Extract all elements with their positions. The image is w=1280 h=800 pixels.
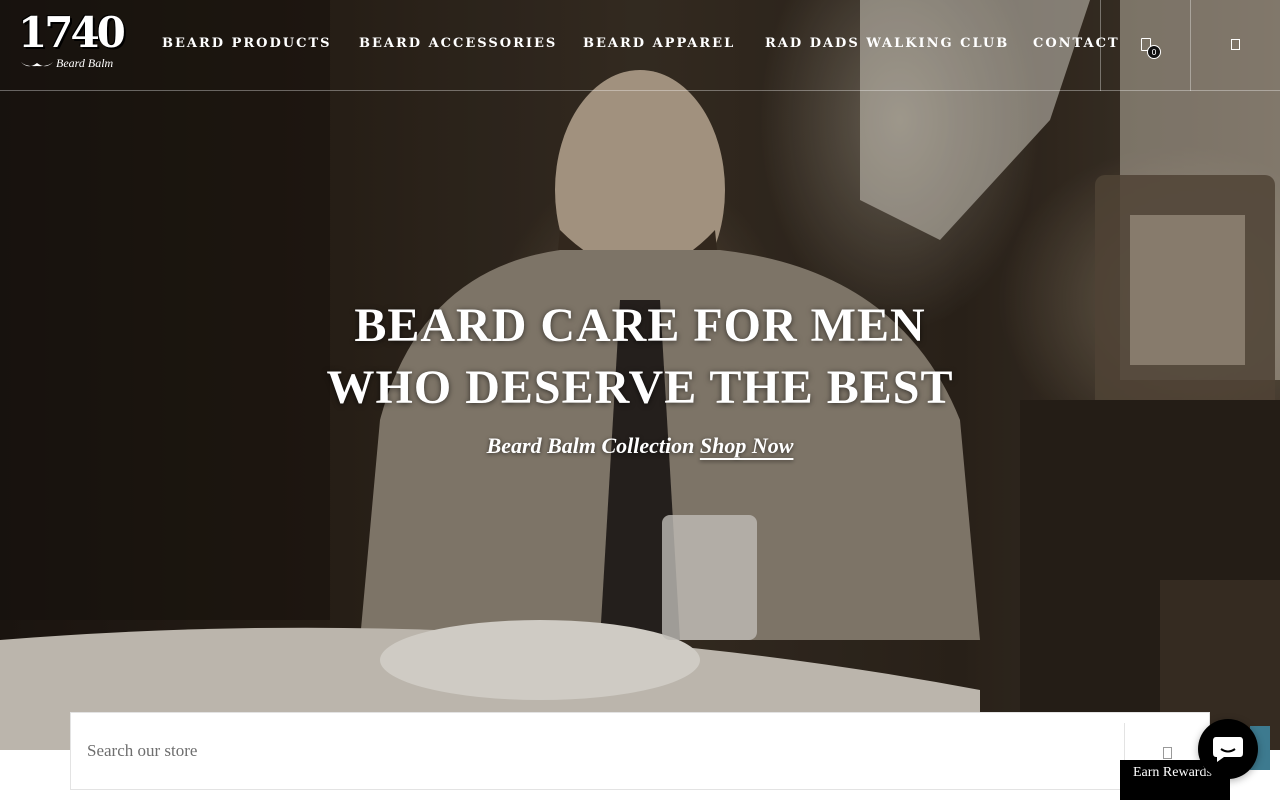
logo-subtitle: Beard Balm	[56, 56, 114, 70]
shop-now-link[interactable]: Shop Now	[700, 433, 794, 458]
hero-subtitle: Beard Balm Collection Shop Now	[0, 433, 1280, 459]
cart-count-badge: 0	[1147, 45, 1161, 59]
account-icon	[1231, 39, 1240, 50]
hero-title-line1: BEARD CARE FOR MEN	[354, 299, 926, 352]
logo-number: 1740	[18, 8, 126, 57]
chat-icon	[1213, 737, 1243, 762]
search-icon	[1163, 747, 1172, 759]
cart-button[interactable]: 0	[1101, 0, 1191, 91]
mustache-icon	[21, 62, 53, 67]
nav-beard-apparel[interactable]: BEARD APPAREL	[583, 36, 735, 51]
hero-content: BEARD CARE FOR MEN WHO DESERVE THE BEST …	[0, 295, 1280, 459]
hero-title-line2: WHO DESERVE THE BEST	[326, 361, 954, 414]
chat-button[interactable]	[1198, 719, 1258, 779]
nav-rad-dads-walking-club[interactable]: RAD DADS WALKING CLUB	[765, 36, 1009, 51]
search-bar	[70, 712, 1210, 791]
nav-beard-accessories[interactable]: BEARD ACCESSORIES	[359, 36, 557, 51]
logo[interactable]: 1740 Beard Balm	[18, 8, 126, 74]
site-header: 1740 Beard Balm BEARD PRODUCTS BEARD ACC…	[0, 0, 1280, 91]
account-button[interactable]	[1191, 0, 1280, 91]
hero-collection-label: Beard Balm Collection	[486, 433, 695, 458]
search-input[interactable]	[71, 713, 1124, 789]
hero-title: BEARD CARE FOR MEN WHO DESERVE THE BEST	[0, 295, 1280, 419]
nav-beard-products[interactable]: BEARD PRODUCTS	[162, 36, 332, 51]
